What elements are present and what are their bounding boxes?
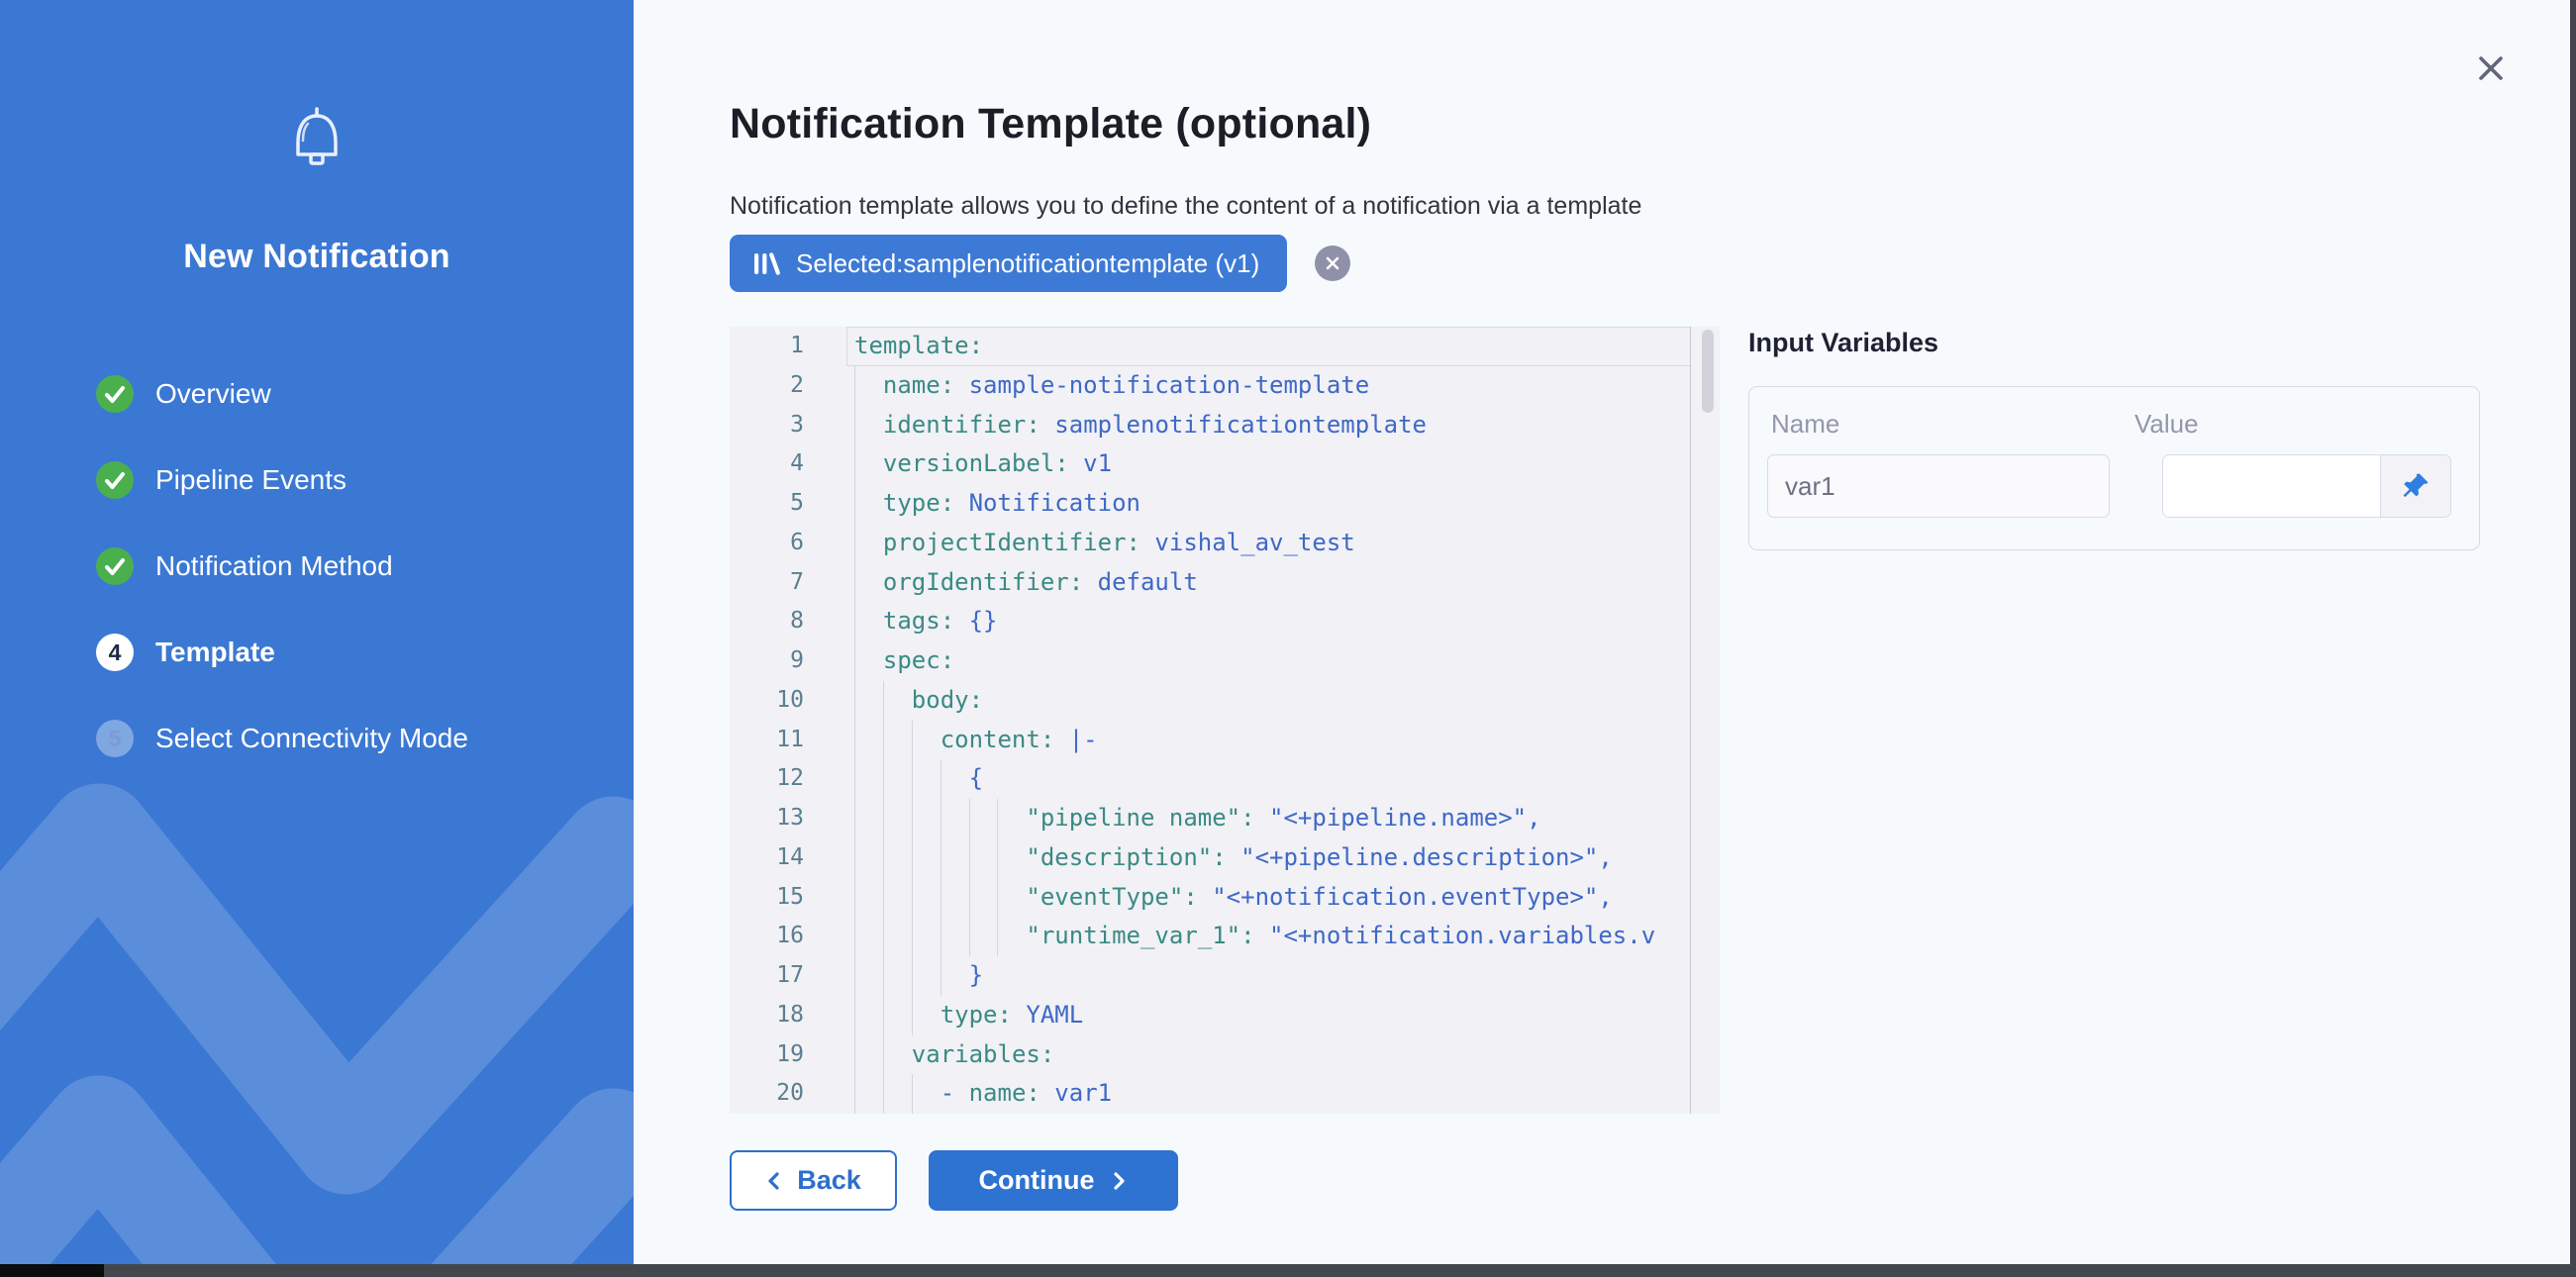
editor-line: 12{: [730, 759, 1720, 799]
editor-line: 16"runtime_var_1": "<+notification.varia…: [730, 917, 1720, 956]
editor-line: 3identifier: samplenotificationtemplate: [730, 406, 1720, 445]
new-notification-dialog: New Notification Overview Pipeline Event…: [0, 0, 2570, 1264]
wizard-steps: Overview Pipeline Events Notification Me…: [96, 375, 468, 806]
back-button[interactable]: Back: [730, 1150, 897, 1211]
yaml-editor[interactable]: 1template:2name: sample-notification-tem…: [730, 327, 1720, 1114]
back-button-label: Back: [797, 1165, 861, 1196]
editor-line: 5type: Notification: [730, 484, 1720, 524]
bell-icon: [284, 103, 349, 178]
wizard-title: New Notification: [0, 238, 634, 276]
step-pipeline-events[interactable]: Pipeline Events: [96, 461, 468, 499]
editor-line: 4versionLabel: v1: [730, 444, 1720, 484]
editor-line: 1template:: [730, 327, 1720, 366]
editor-line: 9spec:: [730, 641, 1720, 681]
editor-line: 8tags: {}: [730, 602, 1720, 641]
pin-icon: [2401, 471, 2430, 501]
chevron-right-icon: [1110, 1171, 1128, 1191]
step-number-badge: 5: [96, 720, 134, 757]
step-select-connectivity-mode[interactable]: 5 Select Connectivity Mode: [96, 720, 468, 757]
step-overview[interactable]: Overview: [96, 375, 468, 413]
step-label: Pipeline Events: [155, 464, 347, 496]
editor-line: 10body:: [730, 681, 1720, 721]
editor-line: 15"eventType": "<+notification.eventType…: [730, 878, 1720, 918]
editor-line: 19variables:: [730, 1035, 1720, 1075]
variable-name-input[interactable]: [1767, 454, 2110, 518]
editor-line: 18type: YAML: [730, 996, 1720, 1035]
step-done-check-icon: [96, 461, 134, 499]
remove-template-button[interactable]: [1315, 246, 1350, 281]
step-label: Select Connectivity Mode: [155, 723, 468, 754]
selected-template-chip[interactable]: Selected:samplenotificationtemplate (v1): [730, 235, 1287, 292]
editor-line: 14"description": "<+pipeline.description…: [730, 838, 1720, 878]
variable-value-input[interactable]: [2163, 455, 2380, 517]
backdrop-corner: [0, 1264, 104, 1277]
step-number-badge: 4: [96, 634, 134, 671]
selected-template-label: Selected:samplenotificationtemplate (v1): [796, 248, 1259, 279]
selected-template-row: Selected:samplenotificationtemplate (v1): [730, 235, 1350, 292]
variable-value-group: [2162, 454, 2451, 518]
pin-value-type-button[interactable]: [2380, 455, 2450, 517]
editor-line: 20- name: var1: [730, 1074, 1720, 1114]
step-done-check-icon: [96, 375, 134, 413]
remove-x-icon: [1325, 255, 1340, 271]
close-dialog-button[interactable]: [2469, 48, 2513, 91]
editor-line: 2name: sample-notification-template: [730, 366, 1720, 406]
page-description: Notification template allows you to defi…: [730, 192, 1641, 221]
step-label: Notification Method: [155, 550, 393, 582]
editor-ruler-line: [1690, 327, 1691, 1114]
yaml-editor-lines: 1template:2name: sample-notification-tem…: [730, 327, 1720, 1114]
editor-line: 7orgIdentifier: default: [730, 563, 1720, 603]
editor-line: 13"pipeline name": "<+pipeline.name>",: [730, 799, 1720, 838]
input-variables-card: Name Value: [1748, 386, 2480, 550]
step-template[interactable]: 4 Template: [96, 634, 468, 671]
wizard-sidebar: New Notification Overview Pipeline Event…: [0, 0, 634, 1264]
step-label: Overview: [155, 378, 271, 410]
name-column-label: Name: [1771, 409, 1839, 440]
chevron-left-icon: [765, 1171, 783, 1191]
editor-line: 11content: |-: [730, 721, 1720, 760]
step-notification-method[interactable]: Notification Method: [96, 547, 468, 585]
step-label: Template: [155, 637, 275, 668]
template-step-panel: Notification Template (optional) Notific…: [634, 0, 2570, 1264]
page-title: Notification Template (optional): [730, 100, 1371, 148]
step-done-check-icon: [96, 547, 134, 585]
input-variables-heading: Input Variables: [1748, 328, 1938, 358]
editor-line: 6projectIdentifier: vishal_av_test: [730, 524, 1720, 563]
editor-line: 17}: [730, 956, 1720, 996]
value-column-label: Value: [2134, 409, 2199, 440]
close-icon: [2473, 50, 2509, 86]
continue-button[interactable]: Continue: [929, 1150, 1178, 1211]
template-library-icon: [753, 252, 780, 275]
editor-scrollbar[interactable]: [1702, 330, 1714, 413]
continue-button-label: Continue: [979, 1165, 1095, 1196]
